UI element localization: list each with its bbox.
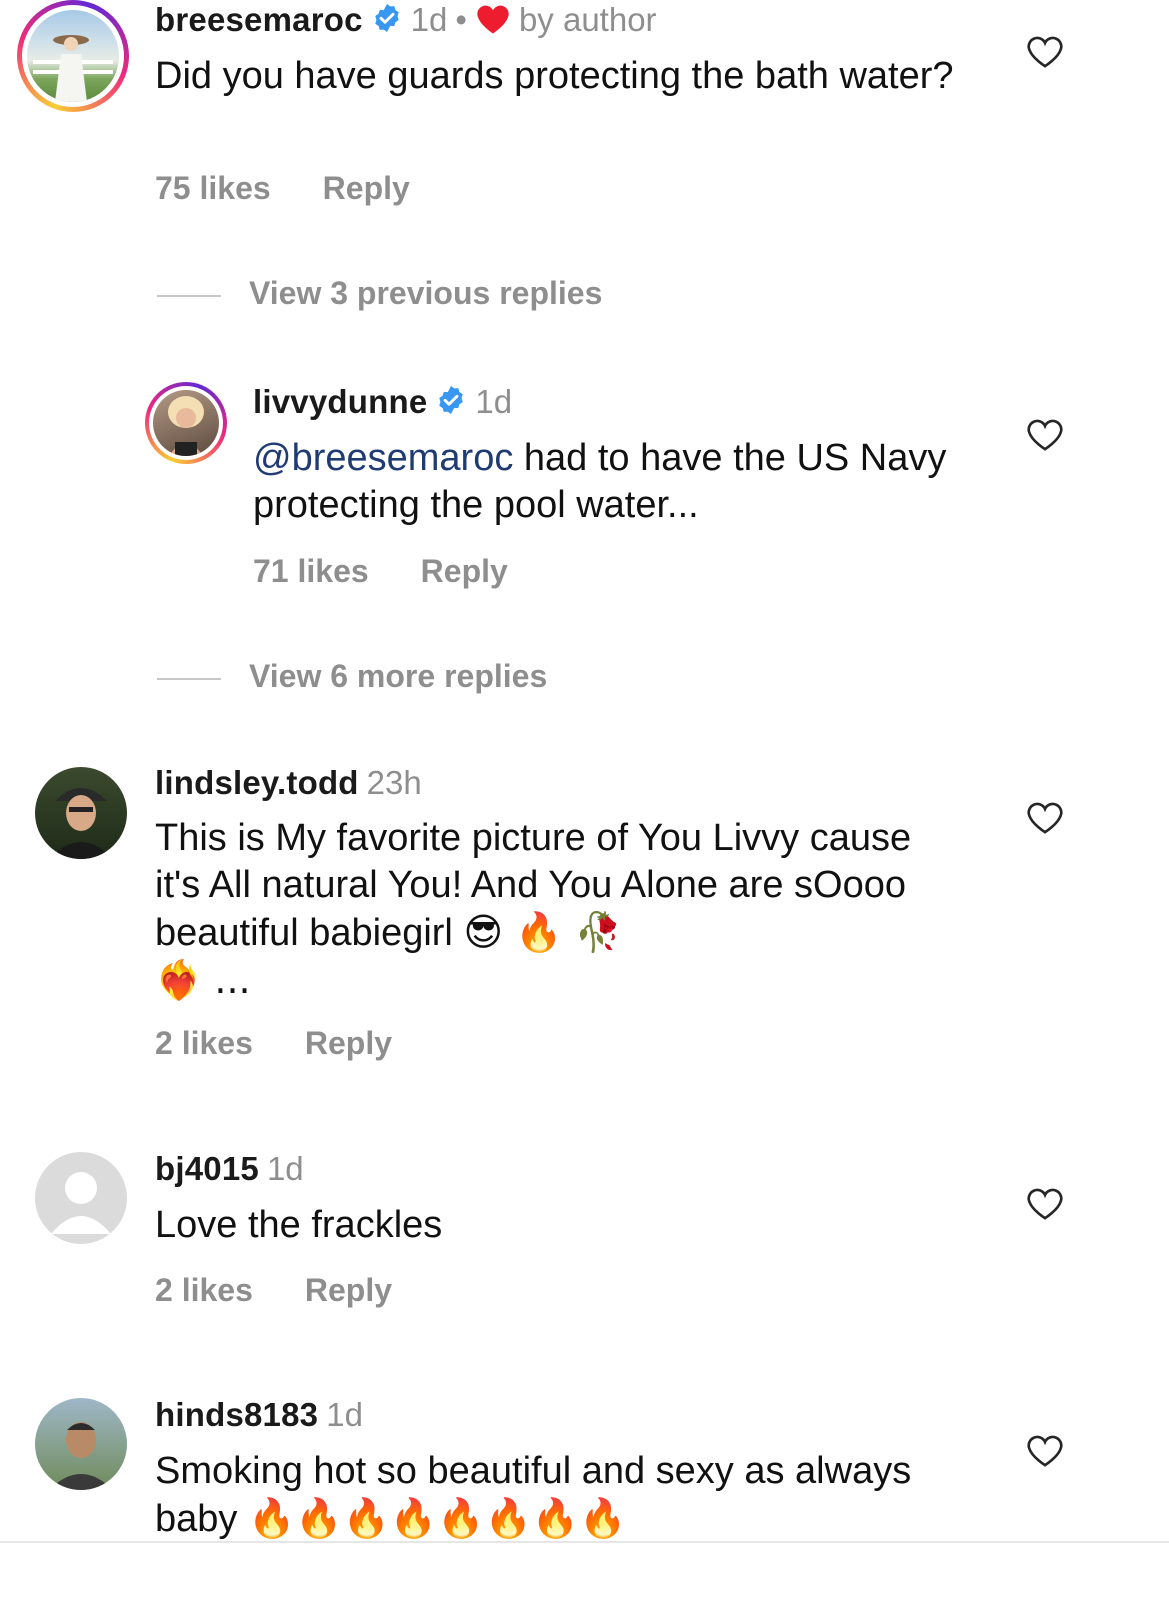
- emoji-group[interactable]: ❤️‍🔥 ...: [155, 958, 251, 1002]
- likes-count[interactable]: 75 likes: [155, 170, 271, 206]
- comment-time: 1d: [475, 383, 513, 420]
- avatar[interactable]: [35, 767, 127, 859]
- liked-by-author-label: by author: [518, 1, 657, 38]
- avatar-photo: [33, 35, 113, 102]
- avatar[interactable]: [35, 1398, 127, 1490]
- username[interactable]: bj4015: [155, 1150, 259, 1187]
- comment-text: Did you have guards protecting the bath …: [155, 55, 954, 97]
- username[interactable]: hinds8183: [155, 1396, 318, 1433]
- comment-header: hinds8183 1d: [155, 1395, 363, 1435]
- avatar-photo: [168, 396, 204, 456]
- comment-header: livvydunne 1d: [253, 382, 512, 422]
- avatar-photo: [49, 1422, 113, 1490]
- like-heart-icon[interactable]: [1025, 1184, 1065, 1224]
- comment-text: Smoking hot so beautiful and sexy as alw…: [155, 1448, 955, 1543]
- avatar-silhouette: [51, 1172, 111, 1234]
- view-more-replies-button[interactable]: View 6 more replies: [157, 658, 547, 695]
- like-heart-icon[interactable]: [1025, 1431, 1065, 1471]
- avatar-photo: [49, 788, 113, 859]
- comment-header: lindsley.todd 23h: [155, 763, 422, 803]
- view-more-label: View 6 more replies: [249, 658, 548, 694]
- emoji-group: 😎 🔥 🥀: [463, 910, 622, 954]
- comment-meta: 2 likes Reply: [155, 1025, 392, 1062]
- likes-count[interactable]: 2 likes: [155, 1272, 253, 1308]
- reply-button[interactable]: Reply: [323, 170, 410, 206]
- like-heart-icon[interactable]: [1025, 798, 1065, 838]
- divider: [0, 1541, 1169, 1543]
- avatar[interactable]: [27, 10, 119, 102]
- comment-text: Love the frackles: [155, 1204, 443, 1246]
- comment-meta: 2 likes Reply: [155, 1272, 392, 1309]
- comment-time: 1d: [266, 1150, 304, 1187]
- likes-count[interactable]: 2 likes: [155, 1025, 253, 1061]
- verified-badge-icon: [374, 4, 399, 32]
- comment-text: This is My favorite picture of You Livvy…: [155, 815, 955, 1005]
- avatar[interactable]: [153, 390, 219, 456]
- view-previous-label: View 3 previous replies: [249, 275, 603, 311]
- thread-line: [157, 677, 221, 680]
- reply-button[interactable]: Reply: [305, 1272, 392, 1308]
- reply-button[interactable]: Reply: [421, 553, 508, 589]
- comment-time: 23h: [366, 764, 422, 801]
- username[interactable]: breesemaroc: [155, 1, 363, 38]
- reply-button[interactable]: Reply: [305, 1025, 392, 1061]
- separator-dot: •: [455, 1, 467, 38]
- thread-line: [157, 294, 221, 297]
- mention-link[interactable]: @breesemaroc: [253, 437, 513, 479]
- like-heart-icon[interactable]: [1025, 32, 1065, 72]
- comment-time: 1d: [410, 1, 448, 38]
- default-avatar-icon[interactable]: [35, 1152, 127, 1244]
- comment-meta: 71 likes Reply: [253, 553, 508, 590]
- likes-count[interactable]: 71 likes: [253, 553, 369, 589]
- username[interactable]: livvydunne: [253, 383, 427, 420]
- comment-time: 1d: [326, 1396, 363, 1433]
- comment-header: breesemaroc 1d • by author: [155, 0, 657, 40]
- heart-filled-icon: [477, 5, 509, 34]
- comment-header: bj4015 1d: [155, 1149, 304, 1189]
- view-previous-replies-button[interactable]: View 3 previous replies: [157, 275, 602, 312]
- emoji-group: 🔥🔥🔥🔥🔥🔥🔥🔥: [247, 1496, 627, 1540]
- comment-meta: 75 likes Reply: [155, 170, 410, 207]
- verified-badge-icon: [439, 386, 464, 414]
- comment-text: @breesemaroc had to have the US Navy pro…: [253, 435, 973, 529]
- like-heart-icon[interactable]: [1025, 415, 1065, 455]
- username[interactable]: lindsley.todd: [155, 764, 359, 801]
